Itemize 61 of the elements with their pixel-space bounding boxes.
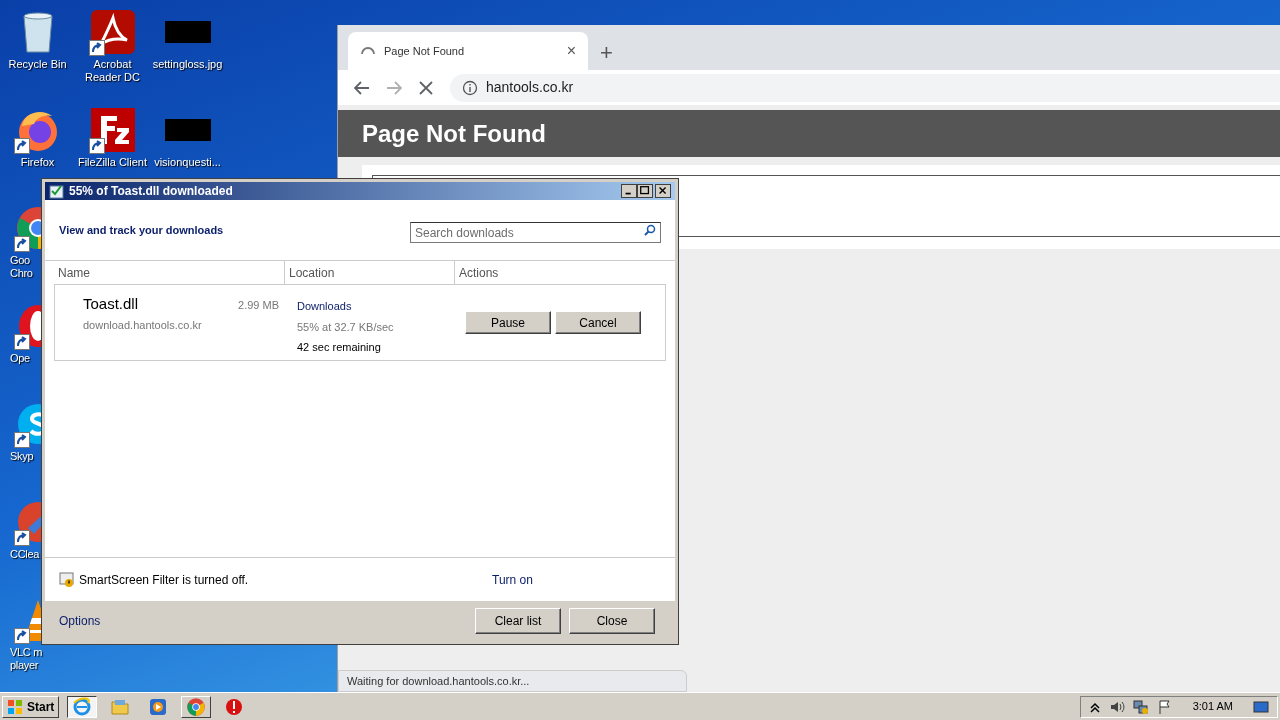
- icon-label: FileZilla Client: [77, 156, 148, 169]
- monitor-icon[interactable]: [1253, 698, 1269, 715]
- turn-on-link[interactable]: Turn on: [492, 570, 533, 589]
- taskbar-button[interactable]: [67, 695, 98, 718]
- address-bar[interactable]: hantools.co.kr: [450, 73, 1280, 102]
- icon-label: Acrobat: [93, 58, 132, 71]
- icon-label: Skyp: [10, 450, 34, 463]
- start-button[interactable]: Start: [2, 695, 60, 718]
- column-header[interactable]: Actions: [459, 263, 499, 282]
- back-arrow-icon[interactable]: [354, 79, 370, 96]
- action-button[interactable]: Cancel: [555, 311, 641, 334]
- stop-loading-icon[interactable]: [418, 79, 434, 96]
- icon-label: Ope: [10, 352, 30, 365]
- close-button[interactable]: [655, 184, 671, 198]
- browser-tab[interactable]: Page Not Found ×: [348, 32, 588, 70]
- action-button[interactable]: Pause: [465, 311, 551, 334]
- transfer-rate: 55% at 32.7 KB/sec: [297, 319, 395, 335]
- tab-close-button[interactable]: ×: [566, 39, 576, 63]
- chrome-icon: [186, 696, 207, 717]
- stop-icon: [224, 696, 245, 717]
- dialog-button[interactable]: Clear list: [475, 608, 561, 634]
- icon-label: VLC m: [10, 646, 43, 659]
- windows-logo-icon: [7, 698, 23, 715]
- network-icon[interactable]: [1132, 698, 1149, 715]
- window-title: 55% of Toast.dll downloaded: [69, 183, 234, 200]
- shield-warning-icon: [59, 571, 75, 588]
- clock: 3:01 AM: [1192, 699, 1233, 715]
- media-player-icon: [148, 696, 169, 717]
- icon-label: Firefox: [20, 156, 55, 169]
- icon-label: Reader DC: [85, 71, 140, 84]
- info-icon: [462, 79, 478, 96]
- icon-label: visionquesti...: [154, 156, 221, 169]
- icon-label: player: [10, 659, 39, 672]
- status-text: Waiting for download.hantools.co.kr...: [347, 673, 530, 689]
- column-header[interactable]: Location: [289, 263, 335, 282]
- location-link[interactable]: Downloads: [297, 298, 352, 315]
- file-name: Toast.dll: [83, 295, 139, 313]
- ie-icon: [72, 696, 93, 717]
- new-tab-button[interactable]: +: [600, 42, 613, 64]
- file-size: 2.99 MB: [238, 298, 279, 313]
- dialog-button[interactable]: Close: [569, 608, 655, 634]
- url-text: hantools.co.kr: [486, 78, 574, 97]
- download-window-icon: [49, 183, 65, 199]
- search-field[interactable]: Search downloads: [410, 222, 661, 243]
- icon-label: settingloss.jpg: [152, 58, 223, 71]
- icon-label: Recycle Bin: [8, 58, 67, 71]
- search-icon[interactable]: [644, 223, 656, 236]
- dialog-heading: View and track your downloads: [59, 222, 224, 238]
- icon-label: CClea: [10, 548, 40, 561]
- column-header[interactable]: Name: [58, 263, 90, 282]
- tab-title: Page Not Found: [384, 43, 466, 59]
- icon-label: Goo: [10, 254, 30, 267]
- minimize-button[interactable]: [621, 184, 637, 198]
- flag-icon[interactable]: [1156, 698, 1173, 715]
- file-source: download.hantools.co.kr: [83, 317, 203, 333]
- smartscreen-message: SmartScreen Filter is turned off.: [79, 571, 250, 589]
- icon-label: Chro: [10, 267, 33, 280]
- options-link[interactable]: Options: [59, 612, 475, 630]
- time-remaining: 42 sec remaining: [297, 340, 382, 355]
- page-heading: Page Not Found: [362, 118, 546, 149]
- maximize-button[interactable]: [637, 184, 653, 198]
